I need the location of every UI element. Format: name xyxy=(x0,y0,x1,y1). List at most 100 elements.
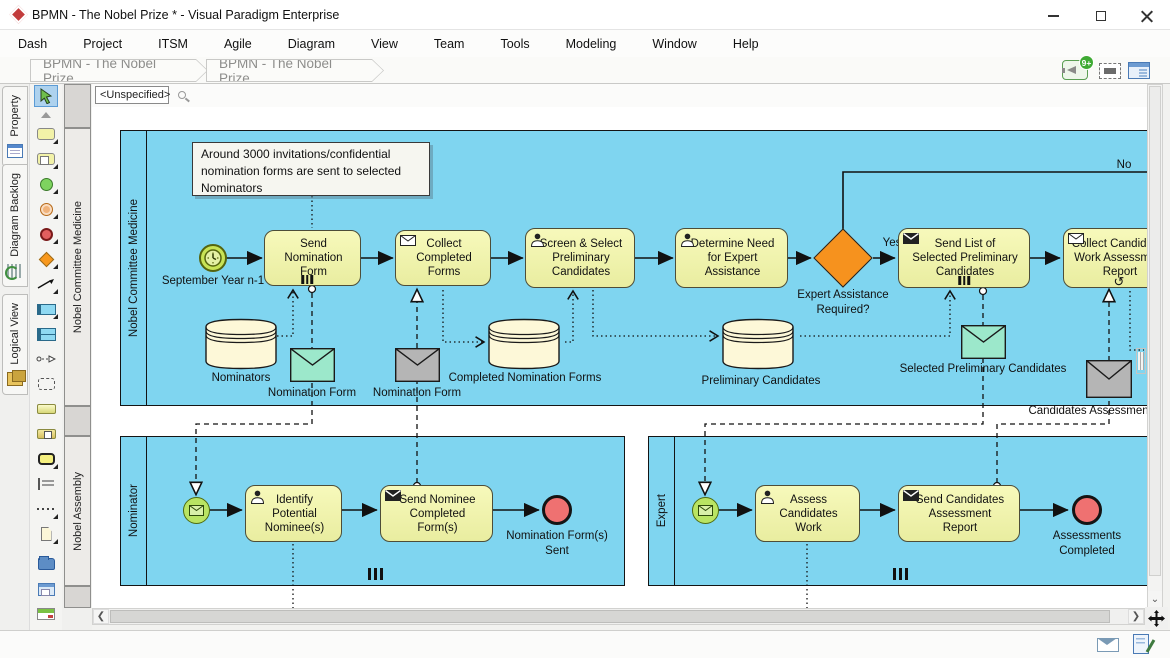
panel-icon xyxy=(1128,62,1150,79)
call-activity-tool[interactable] xyxy=(33,448,59,470)
task-collect-completed-forms[interactable]: Collect Completed Forms xyxy=(395,230,491,286)
task-identify-potential-nominees[interactable]: Identify Potential Nominee(s) xyxy=(245,485,342,542)
sub-process-tool[interactable] xyxy=(33,148,59,170)
pan-tool-button[interactable] xyxy=(1145,607,1168,629)
scroll-right-arrow[interactable]: ❯ xyxy=(1128,609,1144,624)
frozen-header-nobel-assembly[interactable]: Nobel Assembly xyxy=(64,436,91,586)
maximize-button[interactable] xyxy=(1086,7,1116,24)
conversation-link-icon xyxy=(36,354,56,364)
envelope-icon xyxy=(395,348,440,382)
message-label: Selected Preliminary Candidates xyxy=(873,362,1093,377)
menu-help[interactable]: Help xyxy=(733,33,759,55)
menu-diagram[interactable]: Diagram xyxy=(288,33,335,55)
close-button[interactable] xyxy=(1132,7,1162,24)
sequence-flow-icon xyxy=(37,278,55,290)
group-tool[interactable] xyxy=(33,373,59,395)
menu-view[interactable]: View xyxy=(371,33,398,55)
datastore-nominators[interactable] xyxy=(205,318,277,375)
task-tool[interactable] xyxy=(33,123,59,145)
fit-selection-button[interactable] xyxy=(1099,63,1121,79)
breadcrumb-item-2[interactable]: BPMN - The Nobel Prize xyxy=(206,59,384,82)
data-object-tool[interactable] xyxy=(33,523,59,545)
datastore-completed-nomination-forms[interactable] xyxy=(488,318,560,375)
vertical-scrollbar[interactable]: ⌄ xyxy=(1147,84,1163,608)
task-determine-need-expert-assistance[interactable]: Determine Need for Expert Assistance xyxy=(675,228,788,288)
message-selected-preliminary-candidates[interactable] xyxy=(961,325,1006,364)
menu-dash[interactable]: Dash xyxy=(18,33,47,55)
breadcrumb-item-1[interactable]: BPMN - The Nobel Prize xyxy=(30,59,208,82)
conversation-link-tool[interactable] xyxy=(33,348,59,370)
legend-tool[interactable] xyxy=(33,603,59,625)
envelope-icon xyxy=(1086,360,1132,398)
message-nomination-form-mint[interactable] xyxy=(290,348,335,387)
menu-itsm[interactable]: ITSM xyxy=(158,33,188,55)
dock-tab-diagram-backlog[interactable]: Diagram Backlog xyxy=(2,164,28,287)
message-start-event-nominator[interactable] xyxy=(183,497,210,524)
pool-tool[interactable] xyxy=(33,298,59,320)
task-label: Identify Potential Nominee(s) xyxy=(265,493,324,535)
panel-layout-button[interactable] xyxy=(1128,62,1150,79)
start-event-tool[interactable] xyxy=(33,173,59,195)
task-send-list-selected-preliminary-candidates[interactable]: Send List of Selected Preliminary Candid… xyxy=(898,228,1030,288)
text-annotation-tool[interactable] xyxy=(33,473,59,495)
intermediate-event-tool[interactable] xyxy=(33,198,59,220)
task-label: Assess Candidates Work xyxy=(779,493,837,535)
end-event-icon xyxy=(40,228,53,241)
scroll-down-arrow[interactable]: ⌄ xyxy=(1148,591,1162,607)
menu-team[interactable]: Team xyxy=(434,33,465,55)
notifications-button[interactable]: 9+ xyxy=(1062,60,1088,80)
task-send-candidates-assessment-report[interactable]: Send Candidates Assessment Report xyxy=(898,485,1020,542)
minimize-button[interactable] xyxy=(1038,7,1068,24)
gateway-tool[interactable] xyxy=(33,248,59,270)
user-icon xyxy=(530,233,545,247)
menu-modeling[interactable]: Modeling xyxy=(566,33,617,55)
vertical-scroll-thumb[interactable] xyxy=(1149,86,1161,576)
palette-scroll-up[interactable] xyxy=(33,110,59,120)
dock-tab-logical-view[interactable]: Logical View xyxy=(2,294,28,395)
timer-start-event[interactable] xyxy=(199,244,227,272)
modified-document-icon[interactable] xyxy=(1133,634,1149,654)
visual-paradigm-logo-icon xyxy=(9,5,27,23)
call-activity-icon xyxy=(38,453,55,465)
horizontal-scrollbar[interactable]: ❮ ❯ xyxy=(92,608,1145,625)
text-annotation[interactable]: Around 3000 invitations/confidential nom… xyxy=(192,142,430,196)
model-tool[interactable] xyxy=(33,553,59,575)
frozen-header-nobel-committee[interactable]: Nobel Committee Medicine xyxy=(64,128,91,406)
task-assess-candidates-work[interactable]: Assess Candidates Work xyxy=(755,485,860,542)
menu-project[interactable]: Project xyxy=(83,33,122,55)
frozen-pool-headers: Nobel Committee Medicine Nobel Assembly xyxy=(62,84,92,630)
end-event-assessments-completed[interactable] xyxy=(1072,495,1102,525)
canvas-content[interactable]: Nobel Committee Medicine Nominator Exper… xyxy=(92,107,1147,608)
data-object-icon xyxy=(41,527,52,541)
search-icon[interactable] xyxy=(178,91,186,99)
horizontal-scroll-thumb[interactable] xyxy=(110,610,1110,623)
association-tool[interactable] xyxy=(33,498,59,520)
cursor-tool[interactable] xyxy=(34,85,58,107)
dock-tab-property[interactable]: Property xyxy=(2,86,28,167)
zoom-combo[interactable]: <Unspecified> xyxy=(95,86,169,104)
pan-move-icon xyxy=(1148,610,1165,627)
menu-window[interactable]: Window xyxy=(652,33,696,55)
message-start-event-expert[interactable] xyxy=(692,497,719,524)
end-event-nomination-forms-sent[interactable] xyxy=(542,495,572,525)
menu-tools[interactable]: Tools xyxy=(500,33,529,55)
task-collect-candidates-work-assessment-report[interactable]: Collect Candidates Work Assessment Repor… xyxy=(1063,228,1147,288)
collapsed-pool-tool[interactable] xyxy=(33,423,59,445)
diagram-overview-tool[interactable] xyxy=(33,578,59,600)
sequence-flow-tool[interactable] xyxy=(33,273,59,295)
lane-tool[interactable] xyxy=(33,323,59,345)
task-send-nominee-completed-forms[interactable]: Send Nominee Completed Form(s) xyxy=(380,485,493,542)
message-nomination-form-gray[interactable] xyxy=(395,348,440,387)
menu-agile[interactable]: Agile xyxy=(224,33,252,55)
splitter-grip[interactable] xyxy=(1136,348,1146,374)
horn-icon xyxy=(1067,66,1076,74)
user-icon xyxy=(760,490,775,504)
message-candidates-assessment-report[interactable] xyxy=(1086,360,1132,403)
data-store-tool[interactable] xyxy=(33,398,59,420)
diagram-overview-icon xyxy=(38,583,55,596)
datastore-preliminary-candidates[interactable] xyxy=(722,318,794,375)
task-screen-select-preliminary-candidates[interactable]: Screen & Select Preliminary Candidates xyxy=(525,228,635,288)
message-pane-icon[interactable] xyxy=(1097,638,1119,652)
scroll-left-arrow[interactable]: ❮ xyxy=(93,609,109,624)
end-event-tool[interactable] xyxy=(33,223,59,245)
